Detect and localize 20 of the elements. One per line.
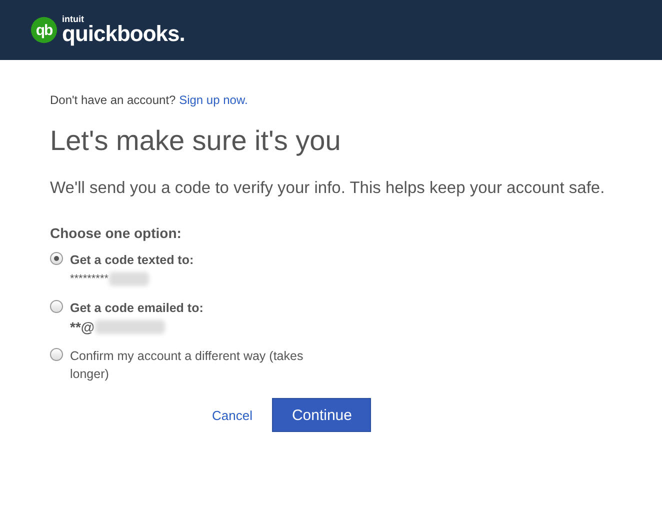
blurred-text: [94, 320, 165, 334]
radio-button[interactable]: [50, 300, 63, 313]
logo-mark: qb: [31, 17, 57, 43]
options-label: Choose one option:: [50, 225, 182, 241]
signup-prompt: Don't have an account?: [50, 93, 176, 107]
option-label: Get a code emailed to:: [70, 300, 204, 317]
option-label: Confirm my account a different way (takes longer): [70, 348, 304, 383]
page-subtitle: We'll send you a code to verify your info. This helps keep your account safe.: [50, 179, 606, 198]
product-name: quickbooks.: [62, 23, 185, 45]
radio-button[interactable]: [50, 252, 63, 265]
blurred-text: [108, 272, 149, 286]
continue-button[interactable]: Continue: [272, 398, 372, 432]
radio-button[interactable]: [50, 348, 63, 361]
option-label: Get a code texted to:: [70, 252, 195, 269]
cancel-link[interactable]: Cancel: [212, 408, 252, 422]
brand-name: intuit: [62, 15, 85, 24]
masked-contact: *********: [70, 272, 109, 287]
masked-contact: **@: [70, 318, 95, 336]
signup-link[interactable]: Sign up now.: [179, 93, 248, 107]
page-title: Let's make sure it's you: [50, 125, 342, 157]
